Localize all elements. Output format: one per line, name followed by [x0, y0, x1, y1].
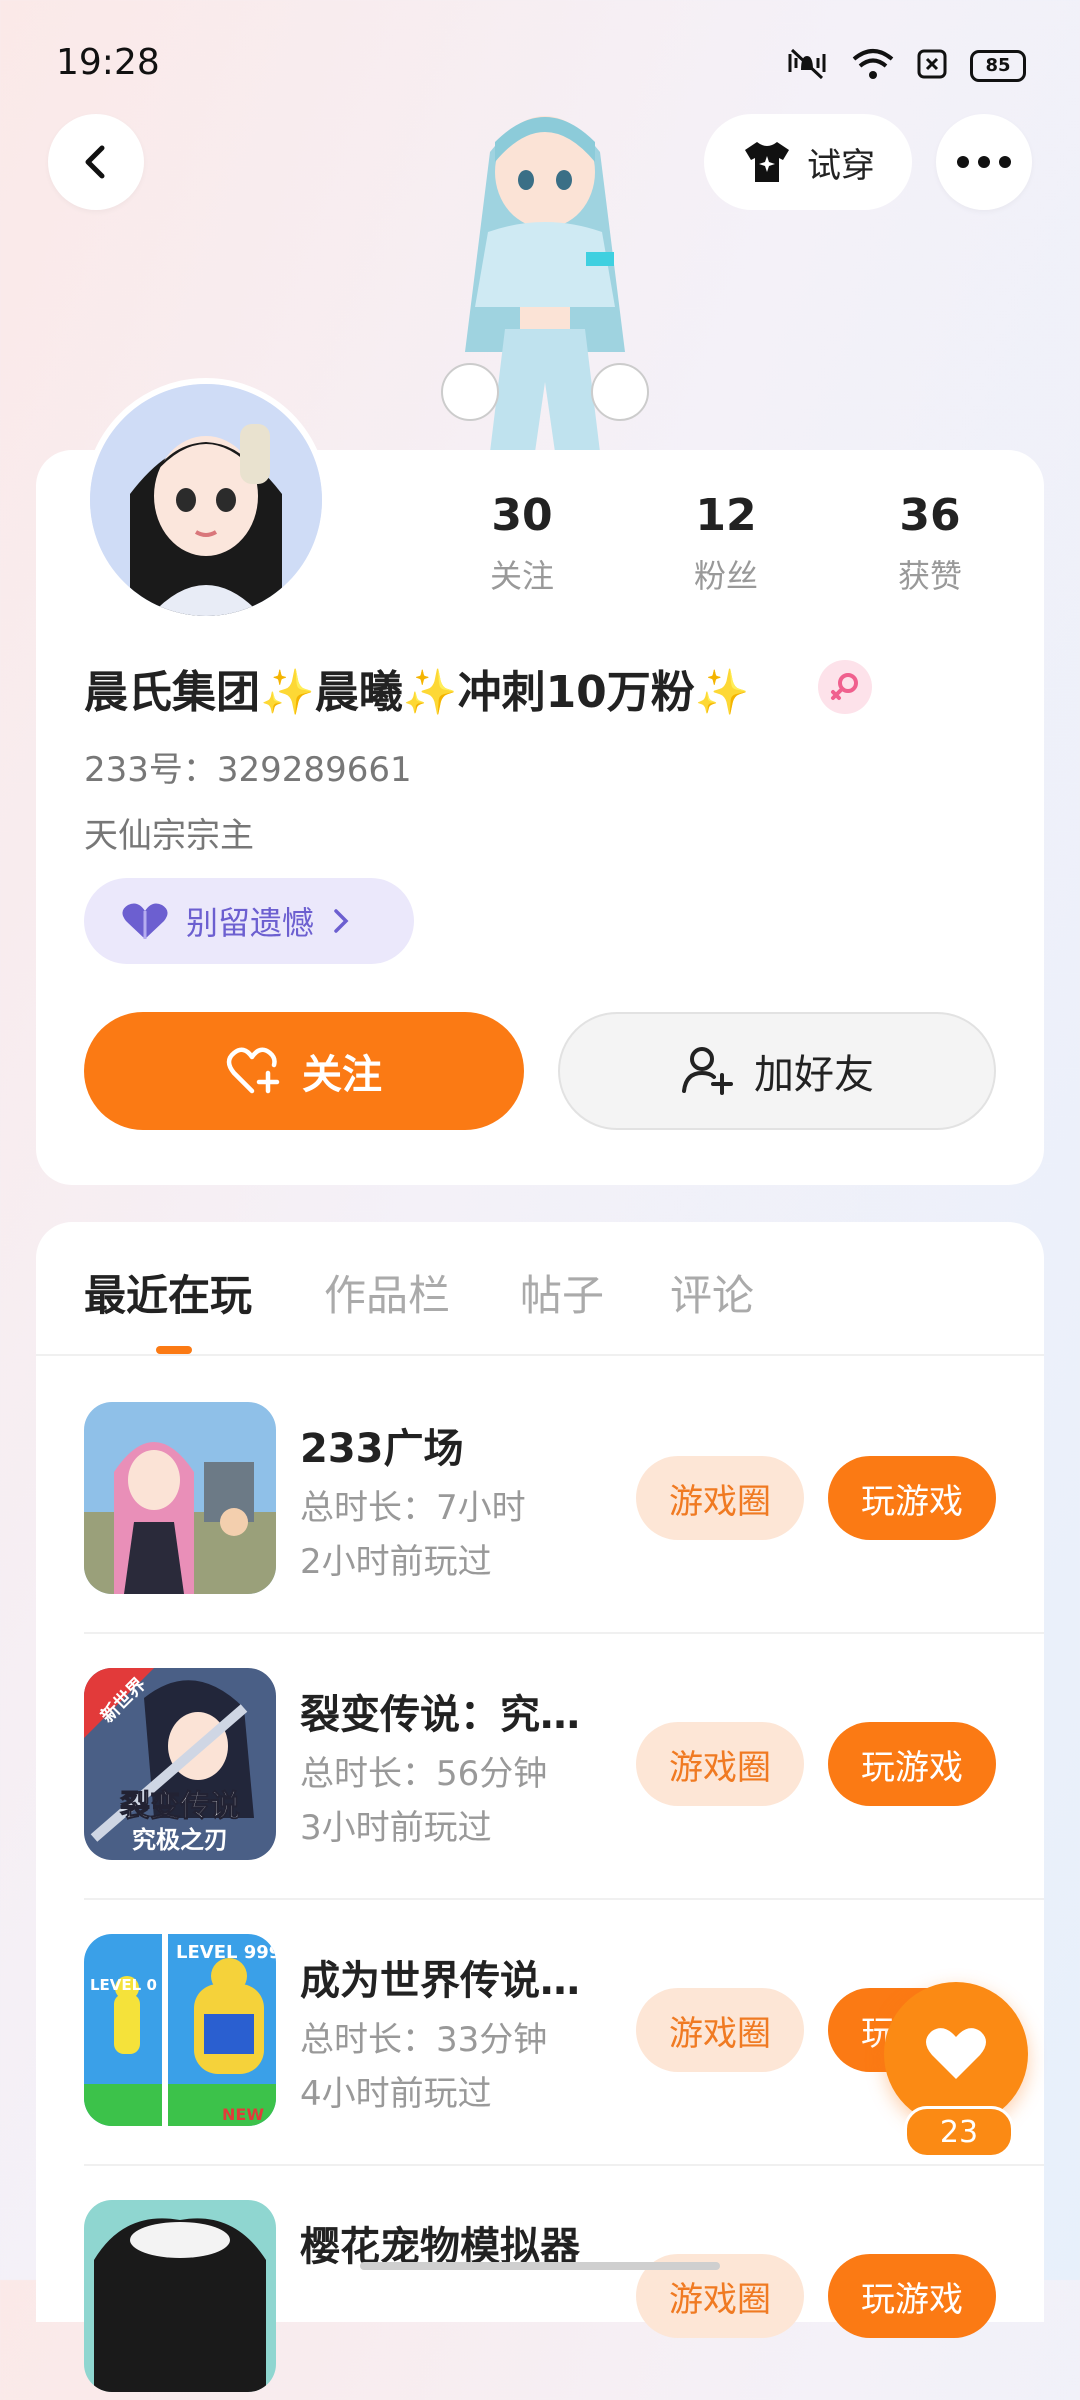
- add-friend-button[interactable]: 加好友: [558, 1012, 996, 1130]
- game-icon-level-a: LEVEL 0: [90, 1976, 157, 1994]
- chevron-left-icon: [85, 145, 105, 179]
- stat-fans-value: 12: [695, 490, 757, 541]
- follow-button[interactable]: 关注: [84, 1012, 524, 1130]
- row-divider: [84, 1632, 1044, 1634]
- play-game-button[interactable]: 玩游戏: [828, 2254, 996, 2338]
- status-time: 19:28: [56, 42, 160, 83]
- game-duration: 总时长：7小时: [300, 1488, 526, 1528]
- stat-following-label: 关注: [489, 557, 554, 595]
- sim-icon: [916, 48, 948, 84]
- stat-likes[interactable]: 36 获赞: [850, 490, 1010, 597]
- heart-plus-icon: [226, 1047, 280, 1094]
- game-icon-new: NEW: [222, 2105, 264, 2124]
- mute-vibrate-icon: [784, 46, 830, 86]
- add-friend-label: 加好友: [754, 1052, 874, 1098]
- game-title: 成为世界传说…: [300, 1958, 580, 2004]
- game-title: 233广场: [300, 1426, 464, 1472]
- game-duration: 总时长：56分钟: [300, 1754, 548, 1794]
- back-button[interactable]: [48, 114, 144, 210]
- more-button[interactable]: [936, 114, 1032, 210]
- stat-likes-value: 36: [899, 490, 961, 541]
- like-count: 23: [904, 2106, 1014, 2158]
- user-id: 233号：329289661: [84, 742, 412, 791]
- game-row[interactable]: 233广场 总时长：7小时 2小时前玩过 游戏圈 玩游戏: [84, 1402, 1044, 1602]
- row-divider: [84, 1898, 1044, 1900]
- tabs-divider: [36, 1354, 1044, 1356]
- stat-likes-label: 获赞: [897, 557, 962, 595]
- game-circle-button[interactable]: 游戏圈: [636, 1722, 804, 1806]
- user-id-value: 329289661: [216, 750, 412, 790]
- stat-following-value: 30: [491, 490, 553, 541]
- game-icon[interactable]: 新世界 裂变传说 究极之刃: [84, 1668, 276, 1860]
- play-game-button[interactable]: 玩游戏: [828, 1456, 996, 1540]
- heart-icon: [122, 903, 168, 939]
- game-icon[interactable]: LEVEL 0 LEVEL 999 NEW: [84, 1934, 276, 2126]
- female-gender-icon: [818, 660, 872, 714]
- tag-label: 别留遗憾: [186, 904, 315, 942]
- home-indicator[interactable]: [360, 2262, 720, 2270]
- game-last-played: 3小时前玩过: [300, 1808, 492, 1848]
- game-icon[interactable]: [84, 2200, 276, 2392]
- battery-icon: 85: [970, 50, 1026, 82]
- tab-posts[interactable]: 帖子: [520, 1262, 604, 1323]
- like-button[interactable]: [884, 1982, 1028, 2126]
- more-dots-icon: [957, 156, 1011, 168]
- game-duration: 总时长：33分钟: [300, 2020, 548, 2060]
- game-icon-text: 裂变传说: [120, 1789, 240, 1824]
- game-circle-button[interactable]: 游戏圈: [636, 1988, 804, 2072]
- chevron-right-icon: [334, 909, 349, 933]
- try-on-button[interactable]: 试穿: [704, 114, 912, 210]
- row-divider: [84, 2164, 1044, 2166]
- add-user-icon: [682, 1047, 733, 1095]
- stat-following[interactable]: 30 关注: [442, 490, 602, 597]
- game-icon-subtext: 究极之刃: [132, 1826, 228, 1854]
- follow-label: 关注: [302, 1052, 382, 1098]
- user-bio: 天仙宗宗主: [84, 816, 254, 856]
- wifi-icon: [852, 47, 894, 85]
- play-game-button[interactable]: 玩游戏: [828, 1722, 996, 1806]
- heart-icon: [926, 2028, 986, 2079]
- user-id-label: 233号：: [84, 750, 217, 790]
- tag-pill[interactable]: 别留遗憾: [84, 878, 414, 964]
- stat-fans-label: 粉丝: [693, 557, 758, 595]
- tab-recently-played[interactable]: 最近在玩: [84, 1262, 252, 1323]
- tab-comments[interactable]: 评论: [670, 1262, 754, 1323]
- stat-fans[interactable]: 12 粉丝: [646, 490, 806, 597]
- game-icon[interactable]: [84, 1402, 276, 1594]
- game-icon-level-b: LEVEL 999: [176, 1942, 276, 1963]
- game-row[interactable]: 樱花宠物模拟器 游戏圈 玩游戏: [84, 2200, 1044, 2400]
- avatar[interactable]: [84, 378, 328, 622]
- character-avatar-image[interactable]: [410, 92, 680, 452]
- status-icons: 85: [784, 48, 1026, 84]
- game-title: 裂变传说：究…: [300, 1692, 580, 1738]
- tab-works[interactable]: 作品栏: [324, 1262, 450, 1323]
- shirt-icon: [745, 142, 789, 182]
- game-row[interactable]: 新世界 裂变传说 究极之刃 裂变传说：究… 总时长：56分钟 3小时前玩过 游戏…: [84, 1668, 1044, 1868]
- game-last-played: 4小时前玩过: [300, 2074, 492, 2114]
- tab-indicator: [156, 1346, 192, 1354]
- game-circle-button[interactable]: 游戏圈: [636, 1456, 804, 1540]
- game-last-played: 2小时前玩过: [300, 1542, 492, 1582]
- user-name: 晨氏集团✨晨曦✨冲刺10万粉✨: [84, 667, 750, 718]
- try-on-label: 试穿: [807, 145, 875, 186]
